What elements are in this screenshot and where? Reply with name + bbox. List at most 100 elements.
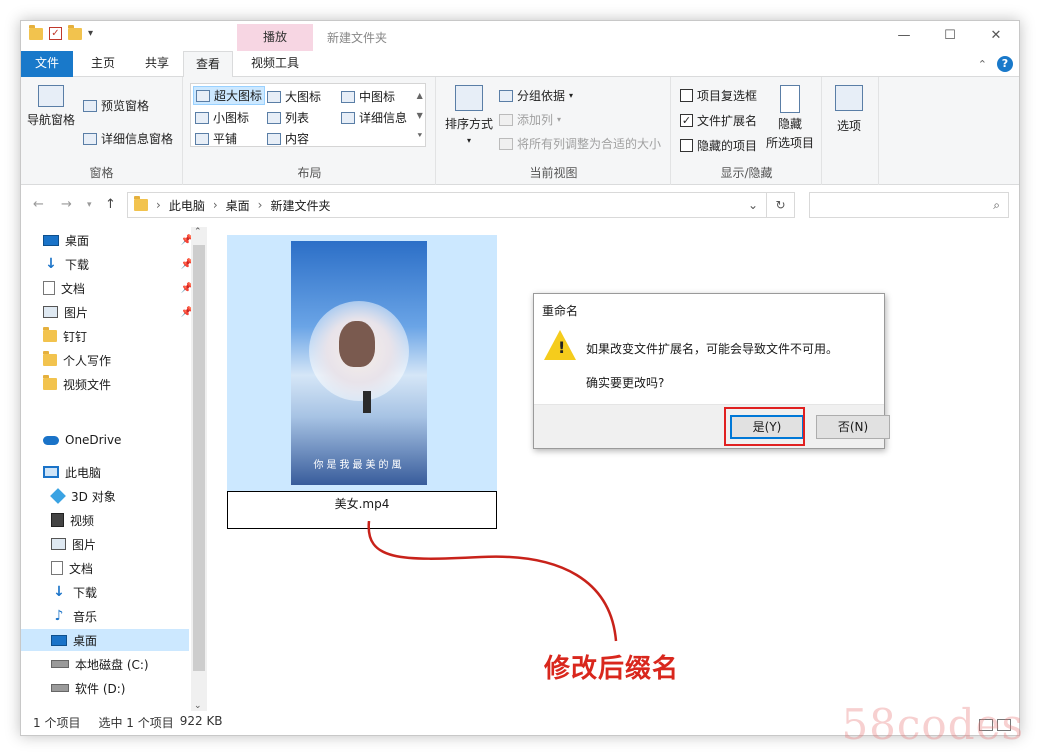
hidden-items-checkbox[interactable] <box>680 139 693 152</box>
group-by-icon <box>499 89 513 102</box>
ribbon-tabs: 文件 主页 共享 查看 视频工具 ⌃ ? <box>21 51 1019 78</box>
title-bar: ✓ ▾ 播放 新建文件夹 — ☐ ✕ <box>21 21 1019 51</box>
collapse-ribbon-icon[interactable]: ⌃ <box>978 58 987 71</box>
refresh-icon[interactable]: ↻ <box>767 192 795 218</box>
layout-small-icons[interactable]: 小图标 <box>195 109 249 126</box>
layout-content[interactable]: 内容 <box>267 130 309 147</box>
scroll-up-icon[interactable]: ⌃ <box>194 227 202 237</box>
navigation-pane: 桌面 📌 ↓ 下载 📌 文档 📌 图片 📌 钉钉 个人写作 视频文件 OneDrive 此… <box>21 227 209 711</box>
address-bar[interactable]: › 此电脑 › 桌面 › 新建文件夹 ⌄ <box>127 192 767 218</box>
address-row: ← → ▾ ↑ › 此电脑 › 桌面 › 新建文件夹 ⌄ ↻ ⌕ <box>21 187 1019 223</box>
properties-icon[interactable]: ✓ <box>49 27 62 40</box>
tab-share[interactable]: 共享 <box>135 51 179 77</box>
fit-columns-button[interactable]: 将所有列调整为合适的大小 <box>499 135 661 152</box>
group-by-button[interactable]: 分组依据 ▾ <box>499 87 573 104</box>
details-pane-button[interactable]: 详细信息窗格 <box>83 130 173 147</box>
sidebar-item-pc-documents[interactable]: 文档 <box>51 557 201 579</box>
nav-pane-button[interactable]: 导航窗格 <box>27 85 75 128</box>
tab-view[interactable]: 查看 <box>183 51 233 78</box>
sidebar-item-drive-c[interactable]: 本地磁盘 (C:) <box>51 653 201 675</box>
quick-access-toolbar: ✓ ▾ <box>29 24 93 40</box>
document-icon <box>43 281 55 295</box>
item-checkboxes-checkbox[interactable] <box>680 89 693 102</box>
breadcrumb-new-folder[interactable]: 新建文件夹 <box>270 197 330 214</box>
sidebar-item-pc-pictures[interactable]: 图片 <box>51 533 201 555</box>
sidebar-item-video-files[interactable]: 视频文件 <box>43 373 193 395</box>
nav-pane-scroll-thumb[interactable] <box>193 245 205 671</box>
no-button[interactable]: 否(N) <box>816 415 890 439</box>
tab-video-tools[interactable]: 视频工具 <box>237 51 313 77</box>
sidebar-item-pc-downloads[interactable]: ↓ 下载 <box>51 581 201 603</box>
layout-large-icons[interactable]: 大图标 <box>267 88 321 105</box>
tab-play[interactable]: 播放 <box>237 24 313 51</box>
video-thumbnail: 你是我最美的風 <box>291 241 427 485</box>
tab-home[interactable]: 主页 <box>81 51 125 77</box>
layout-details[interactable]: 详细信息 <box>341 109 407 126</box>
sidebar-item-dingtalk[interactable]: 钉钉 <box>43 325 193 347</box>
folder-icon <box>43 375 57 390</box>
group-panes: 导航窗格 预览窗格 详细信息窗格 窗格 <box>21 77 183 185</box>
folder-icon <box>43 327 57 342</box>
sidebar-item-downloads[interactable]: ↓ 下载 📌 <box>43 253 193 275</box>
recent-chevron-down-icon[interactable]: ▾ <box>87 200 92 210</box>
up-arrow-icon[interactable]: ↑ <box>105 197 116 212</box>
nav-pane-scrollbar[interactable]: ⌃ ⌄ <box>191 227 207 711</box>
tiles-icon <box>195 132 209 145</box>
layout-tiles[interactable]: 平铺 <box>195 130 237 147</box>
breadcrumb-desktop[interactable]: 桌面 <box>226 197 250 214</box>
group-options: 选项 <box>823 77 879 185</box>
file-extensions-checkbox[interactable]: ✓ <box>680 114 693 127</box>
small-icons-icon <box>195 111 209 124</box>
new-folder-icon[interactable] <box>68 24 82 40</box>
forward-arrow-icon[interactable]: → <box>61 197 72 212</box>
picture-icon <box>43 306 58 318</box>
sidebar-item-personal-writing[interactable]: 个人写作 <box>43 349 193 371</box>
file-extensions-toggle[interactable]: ✓ 文件扩展名 <box>680 112 757 129</box>
breadcrumb-this-pc[interactable]: 此电脑 <box>169 197 205 214</box>
help-icon[interactable]: ? <box>997 56 1013 72</box>
layout-extra-large-icons[interactable]: 超大图标 <box>193 86 266 105</box>
address-history-chevron-icon[interactable]: ⌄ <box>748 198 758 212</box>
sidebar-item-drive-d[interactable]: 软件 (D:) <box>51 677 201 699</box>
rename-warning-dialog: 重命名 ! 如果改变文件扩展名，可能会导致文件不可用。 确实要更改吗? 是(Y)… <box>533 293 890 449</box>
search-input[interactable]: ⌕ <box>809 192 1009 218</box>
sort-by-icon <box>455 85 483 111</box>
sidebar-item-videos[interactable]: 视频 <box>51 509 201 531</box>
layout-scroll-icon[interactable]: ▲ ▼ ⯆ <box>417 86 423 146</box>
options-button[interactable]: 选项 <box>835 85 863 134</box>
sidebar-item-desktop[interactable]: 桌面 📌 <box>43 229 193 251</box>
add-column-button[interactable]: 添加列 ▾ <box>499 111 561 128</box>
customize-toolbar-icon[interactable]: ▾ <box>88 28 93 39</box>
sidebar-item-onedrive[interactable]: OneDrive <box>43 429 193 451</box>
sidebar-item-this-pc[interactable]: 此电脑 <box>43 461 193 483</box>
sort-by-button[interactable]: 排序方式 ▾ <box>445 85 493 145</box>
folder-icon <box>43 351 57 366</box>
sidebar-item-pictures[interactable]: 图片 📌 <box>43 301 193 323</box>
medium-icons-icon <box>341 90 355 103</box>
maximize-button[interactable]: ☐ <box>927 21 973 51</box>
sidebar-item-3d-objects[interactable]: 3D 对象 <box>50 485 201 507</box>
minimize-button[interactable]: — <box>881 21 927 51</box>
download-icon: ↓ <box>53 584 65 600</box>
file-item[interactable]: 你是我最美的風 <box>227 235 497 491</box>
item-checkboxes-toggle[interactable]: 项目复选框 <box>680 87 757 104</box>
layout-list[interactable]: 列表 <box>267 109 309 126</box>
preview-pane-icon <box>83 99 97 112</box>
sidebar-item-pc-desktop[interactable]: 桌面 <box>21 629 189 651</box>
3d-objects-icon <box>50 488 66 504</box>
back-arrow-icon[interactable]: ← <box>33 197 44 212</box>
content-icon <box>267 132 281 145</box>
hide-selected-button[interactable]: 隐藏 所选项目 <box>766 85 814 151</box>
scroll-down-icon[interactable]: ⌄ <box>194 701 202 711</box>
preview-pane-button[interactable]: 预览窗格 <box>83 97 149 114</box>
close-button[interactable]: ✕ <box>973 21 1019 51</box>
options-icon <box>835 85 863 111</box>
group-layout: 超大图标 大图标 中图标 小图标 列表 详细信息 平铺 内容 ▲ ▼ ⯆ 布局 <box>184 77 436 185</box>
thumbnail-person <box>363 391 371 413</box>
sidebar-item-documents[interactable]: 文档 📌 <box>43 277 193 299</box>
hidden-items-toggle[interactable]: 隐藏的项目 <box>680 137 757 154</box>
yes-button-highlight <box>724 407 805 446</box>
sidebar-item-music[interactable]: ♪ 音乐 <box>51 605 201 627</box>
layout-medium-icons[interactable]: 中图标 <box>341 88 395 105</box>
tab-file[interactable]: 文件 <box>21 51 73 77</box>
